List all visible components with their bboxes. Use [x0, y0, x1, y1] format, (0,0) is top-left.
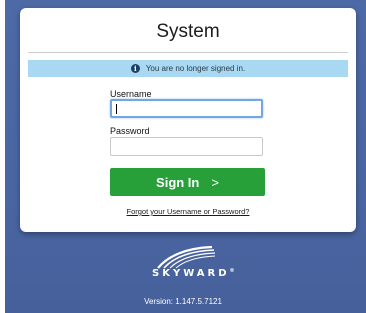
username-label: Username: [110, 89, 152, 99]
version-text: Version: 1.147.5.7121: [144, 297, 222, 306]
sign-in-button[interactable]: Sign In >: [110, 168, 265, 196]
info-icon: i: [130, 64, 140, 73]
title-divider: [28, 52, 348, 53]
login-card: System i You are no longer signed in. Us…: [20, 8, 356, 232]
password-label: Password: [110, 126, 150, 136]
username-field[interactable]: [110, 99, 263, 118]
text-caret: [116, 104, 117, 114]
notice-text: You are no longer signed in.: [145, 64, 246, 73]
page-title: System: [156, 21, 220, 42]
skyward-wordmark: SKYWARD®: [152, 268, 235, 279]
password-field[interactable]: [110, 137, 263, 156]
forgot-credentials-link[interactable]: Forgot your Username or Password?: [20, 207, 356, 216]
sign-in-label: Sign In: [156, 174, 200, 190]
signed-out-notice: i You are no longer signed in.: [28, 60, 348, 77]
skyward-swoosh-icon: [157, 245, 216, 269]
skyward-logo: SKYWARD®: [152, 244, 235, 288]
chevron-right-icon: >: [211, 174, 219, 190]
